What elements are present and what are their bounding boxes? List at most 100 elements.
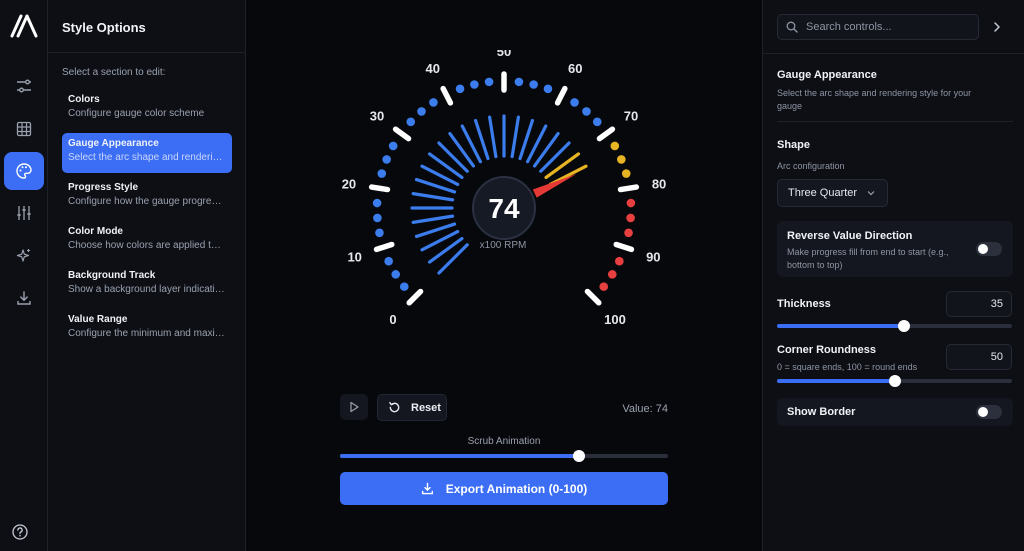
show-border-toggle[interactable] [976,405,1002,419]
style-options-panel: Style Options Select a section to edit: … [48,0,246,551]
gauge-major-tick [368,184,391,193]
reset-label: Reset [411,401,441,414]
gauge-label: 0 [389,312,396,327]
panel-hint: Select a section to edit: [62,67,166,78]
export-animation-button[interactable]: Export Animation (0-100) [340,472,668,505]
gauge-major-tick [392,126,412,142]
gauge-label: 100 [604,312,626,327]
settings-panel: Gauge Appearance Select the arc shape an… [762,0,1024,551]
gauge-dot [592,117,602,127]
roundness-label: Corner Roundness [777,344,877,356]
section-item-background-track[interactable]: Background Track Show a background layer … [62,265,232,305]
roundness-slider[interactable] [777,375,1012,387]
search-box[interactable] [777,14,979,40]
section-list: Colors Configure gauge color scheme Gauge … [48,89,245,349]
section-item-description: Configure gauge color scheme [68,108,205,119]
gauge-dot [391,270,401,279]
toggle-knob [978,244,988,254]
sliders-icon[interactable] [4,67,44,105]
icon-rail [0,0,48,551]
section-item-value-range[interactable]: Value Range Configure the minimum and max… [62,309,232,349]
slider-thumb[interactable] [888,375,901,387]
download-icon [421,482,433,495]
shape-title: Shape [777,139,811,151]
shape-select[interactable]: Three Quarter [777,179,888,207]
reset-button[interactable]: Reset [377,394,447,421]
gauge-label: 70 [624,109,638,124]
gauge-progress-bar [437,141,469,173]
download-icon[interactable] [4,279,44,317]
gauge-dot [388,141,398,151]
scrub-fill [340,454,580,458]
gauge-dot [406,117,416,127]
section-item-title: Colors [68,94,100,105]
scrub-slider[interactable] [340,450,668,462]
gauge-progress-bar [411,214,455,224]
gauge-major-tick [584,288,602,306]
gauge: 0 10 20 30 40 50 60 70 80 90 100 74 x100 RPM [342,50,666,327]
shape-subtitle: Arc configuration [777,161,845,171]
gauge-major-tick [617,184,640,193]
section-title: Gauge Appearance [777,69,877,81]
toggle-knob [978,407,988,417]
scrub-label: Scrub Animation [467,436,541,447]
section-item-description: Configure the minimum and maximum values [68,328,226,339]
gauge-dot [375,228,384,238]
gauge-needle [532,173,577,198]
slider-thumb[interactable] [897,320,910,332]
gauge-label: 10 [347,250,361,265]
gauge-dot [377,169,387,178]
gauge-dot [429,98,438,107]
gauge-dot [417,107,426,116]
gauge-label: 20 [342,176,356,191]
section-item-gauge-appearance[interactable]: Gauge Appearance Select the arc shape and… [62,133,232,173]
gauge-progress-bar [411,192,455,202]
reverse-toggle[interactable] [976,242,1002,256]
section-item-description: Choose how colors are applied to the gau… [68,240,226,251]
grid-icon[interactable] [4,110,44,148]
thickness-input[interactable]: 35 [946,291,1012,317]
section-item-color-mode[interactable]: Color Mode Choose how colors are applied … [62,221,232,261]
gauge-dot [514,77,524,87]
gauge-label: 40 [425,61,439,76]
slider-fill [777,324,904,328]
roundness-input[interactable]: 50 [946,344,1012,370]
play-button[interactable] [340,394,368,420]
gauge-major-tick [596,126,616,142]
play-icon [350,401,359,413]
gauge-dot [582,107,591,116]
gauge-progress-bar [510,115,520,159]
chevron-right-icon[interactable] [991,20,1003,34]
gauge-preview-area: 0 10 20 30 40 50 60 70 80 90 100 74 x100 RPM Reset V… [246,0,762,551]
gauge-dot [529,80,538,89]
search-input[interactable] [806,21,966,33]
gauge-dot [624,228,633,238]
gauge-dot [373,213,382,223]
gauge-dot [615,256,624,266]
gauge-dot [372,198,382,208]
scrub-thumb[interactable] [573,450,586,462]
equalizer-icon[interactable] [4,194,44,232]
sparkles-icon[interactable] [4,237,44,275]
gauge-dot [470,80,479,89]
gauge-dot [382,155,391,164]
reverse-description: Make progress fill from end to start (e.… [787,247,949,270]
gauge-dot [399,282,409,291]
palette-icon[interactable] [4,152,44,190]
chevron-down-icon [867,191,875,196]
help-icon[interactable] [11,523,29,541]
gauge-dot [455,84,465,94]
section-item-description: Configure how the gauge progress is draw… [68,196,226,207]
thickness-slider[interactable] [777,320,1012,332]
show-border-card: Show Border [777,398,1013,426]
gauge-progress-bar [437,243,469,275]
section-item-progress-style[interactable]: Progress Style Configure how the gauge pr… [62,177,232,217]
section-item-description: Show a background layer indicating the f… [68,284,226,295]
panel-title: Style Options [48,0,245,53]
section-item-title: Color Mode [68,226,123,237]
section-item-colors[interactable]: Colors Configure gauge color scheme [62,89,232,129]
gauge-dot [599,282,609,291]
gauge-major-tick [440,85,454,106]
gauge-value: 74 [488,193,520,224]
reset-icon [389,401,400,413]
